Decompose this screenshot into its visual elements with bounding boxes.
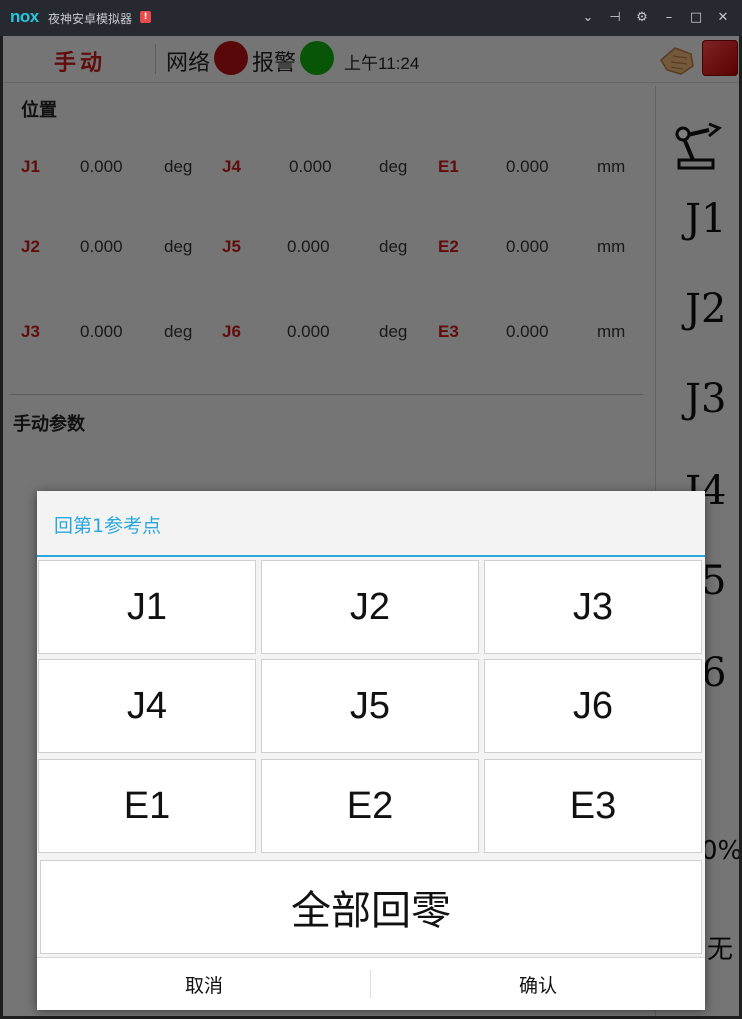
reference-point-dialog: 回第1参考点 J1 J2 J3 J4 J5 J6 E1 E2 E3 全部回零 取… bbox=[37, 491, 705, 1010]
nox-logo: nox bbox=[10, 7, 39, 26]
warning-icon[interactable]: ! bbox=[140, 11, 151, 23]
home-all-button[interactable]: 全部回零 bbox=[40, 860, 702, 954]
dialog-title: 回第1参考点 bbox=[54, 515, 162, 537]
home-j2-button[interactable]: J2 bbox=[261, 560, 479, 654]
home-j5-button[interactable]: J5 bbox=[261, 659, 479, 753]
home-e1-button[interactable]: E1 bbox=[38, 759, 256, 853]
confirm-button[interactable]: 确认 bbox=[371, 958, 705, 1010]
window-title: 夜神安卓模拟器 bbox=[48, 12, 133, 26]
pin-icon[interactable]: ⊣ bbox=[605, 8, 625, 28]
home-e2-button[interactable]: E2 bbox=[261, 759, 479, 853]
chevron-down-icon[interactable]: ⌄ bbox=[578, 8, 598, 28]
home-j6-button[interactable]: J6 bbox=[484, 659, 702, 753]
dialog-title-underline bbox=[37, 555, 705, 557]
home-e3-button[interactable]: E3 bbox=[484, 759, 702, 853]
gear-icon[interactable]: ⚙ bbox=[632, 8, 652, 28]
cancel-button[interactable]: 取消 bbox=[37, 958, 371, 1010]
maximize-icon[interactable]: □ bbox=[686, 8, 706, 28]
minimize-icon[interactable]: – bbox=[659, 8, 679, 28]
home-j3-button[interactable]: J3 bbox=[484, 560, 702, 654]
home-j1-button[interactable]: J1 bbox=[38, 560, 256, 654]
dialog-footer: 取消 确认 bbox=[37, 957, 705, 1010]
emulator-title-bar: nox 夜神安卓模拟器 ! ⌄ ⊣ ⚙ – □ ✕ bbox=[0, 0, 742, 36]
close-icon[interactable]: ✕ bbox=[713, 8, 733, 28]
home-j4-button[interactable]: J4 bbox=[38, 659, 256, 753]
